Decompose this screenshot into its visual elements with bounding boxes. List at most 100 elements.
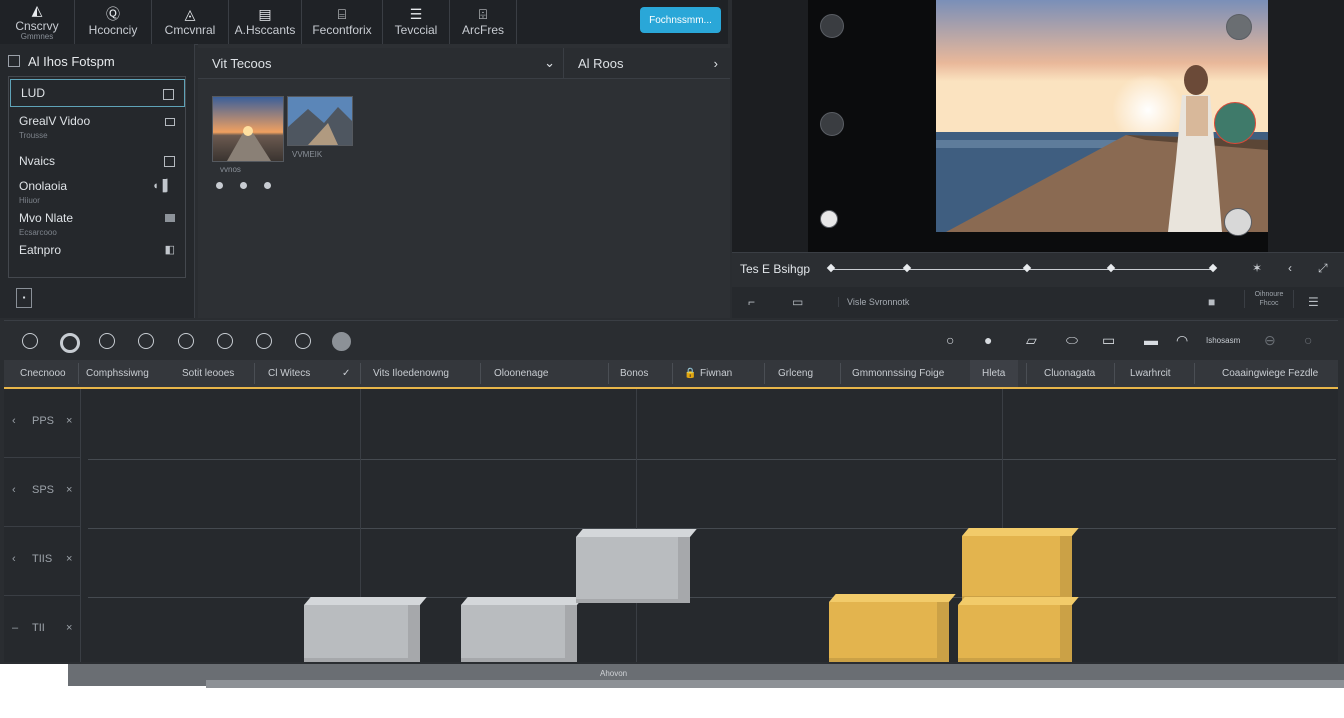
swirl-icon[interactable] bbox=[217, 333, 233, 349]
chevron-left-icon[interactable]: ‹ bbox=[12, 415, 16, 427]
primary-action-button[interactable]: Fochnssmm... bbox=[640, 7, 721, 33]
list-item-label: Mvo Nlate bbox=[19, 211, 74, 225]
record-tool-icon[interactable] bbox=[60, 333, 80, 353]
dot-icon[interactable] bbox=[264, 182, 271, 189]
target-icon[interactable] bbox=[178, 333, 194, 349]
clip-block[interactable] bbox=[576, 529, 697, 603]
tool-button-4[interactable]: ▤ A.Hsccants bbox=[229, 0, 302, 44]
scrub-bar: Tes E Bsihgp ✶ ‹ ⤢ bbox=[732, 252, 1344, 288]
menu-icon[interactable]: ☰ bbox=[1308, 295, 1319, 309]
tool-button-5[interactable]: ⌸ Fecontforix bbox=[302, 0, 383, 44]
clip-block[interactable] bbox=[829, 594, 956, 662]
column-header[interactable]: Grlceng bbox=[778, 368, 813, 379]
panel-footer-icon[interactable]: ▪ bbox=[16, 288, 32, 308]
square-icon[interactable]: ■ bbox=[1208, 295, 1215, 309]
clip-block[interactable] bbox=[958, 597, 1079, 662]
filled-circle-icon[interactable] bbox=[332, 332, 351, 351]
close-icon[interactable]: × bbox=[66, 622, 72, 634]
keyframe-marker[interactable] bbox=[902, 263, 912, 273]
close-icon[interactable]: × bbox=[66, 415, 72, 427]
track-label[interactable]: – TII × bbox=[4, 596, 81, 662]
list-item[interactable]: GrealV Vidoo Trousse bbox=[9, 114, 185, 140]
swirl-icon[interactable] bbox=[256, 333, 272, 349]
track-name: TII bbox=[32, 622, 45, 634]
crop-icon[interactable]: ⌐ bbox=[748, 295, 755, 309]
chevron-left-icon[interactable]: ‹ bbox=[12, 553, 16, 565]
checkbox-icon[interactable] bbox=[8, 55, 20, 67]
record-icon[interactable] bbox=[820, 210, 838, 228]
divider bbox=[360, 363, 361, 384]
bracket-icon: ◖▐▏ bbox=[152, 180, 175, 192]
filter-dropdown[interactable]: Al Roos › bbox=[578, 48, 718, 78]
spiral-icon[interactable] bbox=[295, 333, 311, 349]
scrub-track[interactable] bbox=[830, 269, 1214, 270]
keyframe-marker[interactable] bbox=[826, 263, 836, 273]
clip-block[interactable] bbox=[461, 597, 584, 662]
tool-button-7[interactable]: ⌹ ArcFres bbox=[450, 0, 517, 44]
tool-button-6[interactable]: ☰ Tevccial bbox=[383, 0, 450, 44]
column-header[interactable]: Vits Iloedenowng bbox=[373, 368, 449, 379]
column-header[interactable]: Hleta bbox=[982, 368, 1005, 379]
camera-icon[interactable] bbox=[820, 112, 844, 136]
chevron-left-icon[interactable]: ‹ bbox=[12, 484, 16, 496]
document-icon: ☰ bbox=[409, 6, 423, 22]
circle-icon[interactable]: ⊖ bbox=[1264, 332, 1276, 349]
dot-icon[interactable] bbox=[216, 182, 223, 189]
pen-icon[interactable]: ▱ bbox=[1026, 332, 1037, 349]
headphones-icon[interactable]: ◠ bbox=[1176, 332, 1188, 349]
column-header[interactable]: Comphssiwng bbox=[86, 368, 149, 379]
column-header[interactable]: Coaaingwiege Fezdle bbox=[1222, 368, 1318, 379]
monitor-icon[interactable]: ▬ bbox=[1144, 332, 1158, 348]
rotate-icon[interactable] bbox=[99, 333, 115, 349]
close-icon[interactable]: × bbox=[66, 553, 72, 565]
video-dropdown[interactable]: Vit Tecoos ⌄ bbox=[212, 48, 564, 78]
circle-tool-icon[interactable] bbox=[22, 333, 38, 349]
dot-button-icon[interactable]: ● bbox=[984, 332, 992, 348]
color-wheel-icon[interactable] bbox=[1214, 102, 1256, 144]
keyframe-marker[interactable] bbox=[1022, 263, 1032, 273]
media-thumbnail[interactable] bbox=[287, 96, 353, 146]
chevron-left-icon[interactable]: ‹ bbox=[1288, 261, 1292, 275]
column-header[interactable]: Gmmonnssing Foige bbox=[852, 368, 944, 379]
track-label[interactable]: ‹ SPS × bbox=[4, 458, 81, 527]
list-item[interactable]: Mvo Nlate Ecsarcooo bbox=[9, 211, 185, 237]
list-item-sub: Trousse bbox=[19, 131, 48, 140]
sparkle-icon[interactable]: ✶ bbox=[1252, 261, 1262, 275]
rectangle-icon[interactable]: ▭ bbox=[1102, 332, 1115, 349]
keyframe-marker[interactable] bbox=[1208, 263, 1218, 273]
column-header[interactable]: Lwarhrcit bbox=[1130, 368, 1171, 379]
knob-icon[interactable] bbox=[1226, 14, 1252, 40]
list-item[interactable]: Onolaoia Hiiuor ◖▐▏ bbox=[9, 179, 185, 205]
tool-button-1[interactable]: ◭ Cnscrvy Gmmnes bbox=[0, 0, 75, 44]
column-header[interactable]: Cnecnooo bbox=[20, 368, 66, 379]
knob-icon[interactable] bbox=[1224, 208, 1252, 236]
track-label[interactable]: ‹ PPS × bbox=[4, 389, 81, 458]
close-icon[interactable]: × bbox=[66, 484, 72, 496]
camera-icon[interactable] bbox=[820, 14, 844, 38]
track-label[interactable]: ‹ TIIS × bbox=[4, 527, 81, 596]
tool-button-2[interactable]: Ⓠ Hcocnciy bbox=[75, 0, 152, 44]
column-header[interactable]: Cluonagata bbox=[1044, 368, 1095, 379]
dot-icon[interactable] bbox=[240, 182, 247, 189]
loop-icon[interactable]: ○ bbox=[946, 332, 954, 348]
column-header[interactable]: Cl Witecs bbox=[268, 368, 310, 379]
minus-icon[interactable]: – bbox=[12, 622, 18, 634]
clip-block[interactable] bbox=[304, 597, 427, 662]
column-header[interactable]: Oloonenage bbox=[494, 368, 549, 379]
spiral-icon[interactable] bbox=[138, 333, 154, 349]
media-thumbnail[interactable] bbox=[212, 96, 284, 162]
column-header[interactable]: Sotit leooes bbox=[182, 368, 234, 379]
keyframe-marker[interactable] bbox=[1106, 263, 1116, 273]
expand-icon[interactable]: ⤢ bbox=[1318, 261, 1328, 276]
list-item[interactable]: Nvaics bbox=[9, 154, 185, 168]
column-header[interactable]: Bonos bbox=[620, 368, 648, 379]
track-name: PPS bbox=[32, 415, 55, 427]
tool-button-3[interactable]: ◬ Cmcvnral bbox=[152, 0, 229, 44]
list-item[interactable]: LUD bbox=[10, 79, 185, 107]
brush-icon[interactable]: ⬭ bbox=[1066, 332, 1078, 349]
circle-icon[interactable]: ○ bbox=[1304, 332, 1312, 348]
film-icon[interactable]: ▭ bbox=[792, 295, 803, 309]
clip-block[interactable] bbox=[962, 528, 1079, 600]
column-header[interactable]: Fiwnan bbox=[700, 368, 732, 379]
list-item[interactable]: Eatnpro ◧ bbox=[9, 243, 185, 257]
